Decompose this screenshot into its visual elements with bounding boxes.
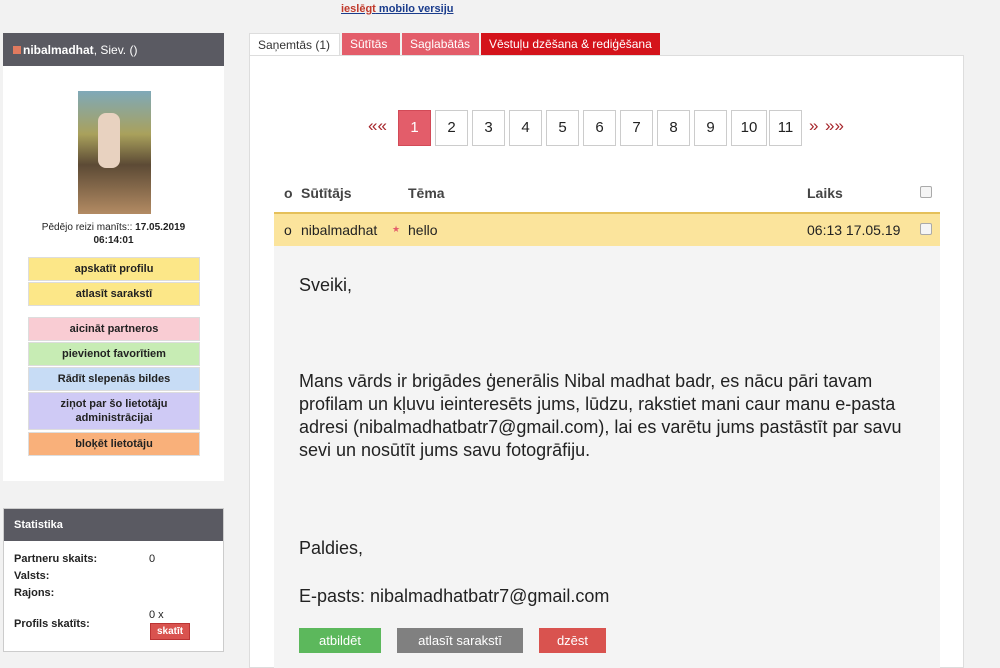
pager-page[interactable]: 2 xyxy=(435,110,468,146)
message-greeting: Sveiki, xyxy=(299,275,353,295)
table-row[interactable]: o nibalmadhat ★ hello 06:13 17.05.19 xyxy=(274,212,940,246)
tab-received[interactable]: Saņemtās (1) xyxy=(249,33,340,55)
tab-saved[interactable]: Saglabātās xyxy=(402,33,479,55)
invite-partner-button[interactable]: aicināt partneros xyxy=(28,317,200,341)
row-checkbox[interactable] xyxy=(920,223,932,235)
col-subject[interactable]: Tēma xyxy=(408,185,445,201)
col-sender[interactable]: Sūtītājs xyxy=(301,185,352,201)
mobile-version-link[interactable]: ieslēgt mobilo versiju xyxy=(341,3,454,15)
select-all-checkbox[interactable] xyxy=(920,186,932,198)
tab-sent[interactable]: Sūtītās xyxy=(342,33,400,55)
gender-flag-icon xyxy=(13,46,21,54)
pager-next[interactable]: » xyxy=(809,116,818,136)
show-secret-photos-button[interactable]: Rādīt slepenās bildes xyxy=(28,367,200,391)
pager-last[interactable]: »» xyxy=(825,116,844,136)
last-seen: Pēdējo reizi manīts:: 17.05.2019 06:14:0… xyxy=(3,221,224,247)
pager-page[interactable]: 10 xyxy=(731,110,767,146)
partners-value: 0 xyxy=(149,553,156,565)
views-value: 0 x xyxy=(149,609,164,621)
statistics-title: Statistika xyxy=(4,509,223,541)
row-marker: o xyxy=(284,222,292,238)
pager-page[interactable]: 8 xyxy=(657,110,690,146)
tab-delete-edit[interactable]: Vēstuļu dzēšana & rediģēšana xyxy=(481,33,660,55)
last-seen-label: Pēdējo reizi manīts:: xyxy=(41,222,136,233)
block-user-button[interactable]: bloķēt lietotāju xyxy=(28,432,200,456)
report-user-button[interactable]: ziņot par šo lietotāju administrācijai xyxy=(28,392,200,430)
row-time: 06:13 17.05.19 xyxy=(807,222,901,238)
pager-page[interactable]: 7 xyxy=(620,110,653,146)
profile-card: nibalmadhat, Siev. () Pēdējo reizi manīt… xyxy=(3,33,224,481)
row-subject[interactable]: hello xyxy=(408,222,438,238)
last-seen-date: 17.05.2019 xyxy=(135,222,186,233)
select-list-message-button[interactable]: atlasīt sarakstī xyxy=(397,628,523,653)
profile-header: nibalmadhat, Siev. () xyxy=(3,33,224,66)
col-time[interactable]: Laiks xyxy=(807,185,843,201)
message-email: E-pasts: nibalmadhatbatr7@gmail.com xyxy=(299,586,610,606)
pager-page[interactable]: 11 xyxy=(769,110,802,146)
pager-page[interactable]: 4 xyxy=(509,110,542,146)
pager-page[interactable]: 1 xyxy=(398,110,431,146)
partners-label: Partneru skaits: xyxy=(14,553,98,565)
statistics-box: Statistika Partneru skaits: 0 Valsts: Ra… xyxy=(3,508,224,652)
profile-name[interactable]: nibalmadhat xyxy=(23,43,94,57)
message-thanks: Paldies, xyxy=(299,538,364,558)
reply-button[interactable]: atbildēt xyxy=(299,628,381,653)
star-icon: ★ xyxy=(392,224,401,234)
pager-page[interactable]: 5 xyxy=(546,110,579,146)
row-sender[interactable]: nibalmadhat xyxy=(301,222,377,238)
pager-page[interactable]: 9 xyxy=(694,110,727,146)
select-list-button[interactable]: atlasīt sarakstī xyxy=(28,282,200,306)
view-profile-button[interactable]: apskatīt profilu xyxy=(28,257,200,281)
profile-meta: , Siev. () xyxy=(93,43,138,57)
col-marker: o xyxy=(284,185,293,201)
district-label: Rajons: xyxy=(14,587,55,599)
profile-photo[interactable] xyxy=(78,91,151,214)
mobile-link-prefix: ieslēgt xyxy=(341,3,376,15)
pager-prev[interactable]: «« xyxy=(368,116,387,136)
pager-page[interactable]: 3 xyxy=(472,110,505,146)
message-text: Mans vārds ir brigādes ģenerālis Nibal m… xyxy=(299,371,902,460)
mobile-link-rest: mobilo versiju xyxy=(375,3,454,15)
add-favorite-button[interactable]: pievienot favorītiem xyxy=(28,342,200,366)
pager-page[interactable]: 6 xyxy=(583,110,616,146)
views-label: Profils skatīts: xyxy=(14,618,90,630)
view-stats-button[interactable]: skatīt xyxy=(150,623,191,640)
country-label: Valsts: xyxy=(14,570,50,582)
last-seen-time: 06:14:01 xyxy=(93,235,134,246)
delete-button[interactable]: dzēst xyxy=(539,628,606,653)
